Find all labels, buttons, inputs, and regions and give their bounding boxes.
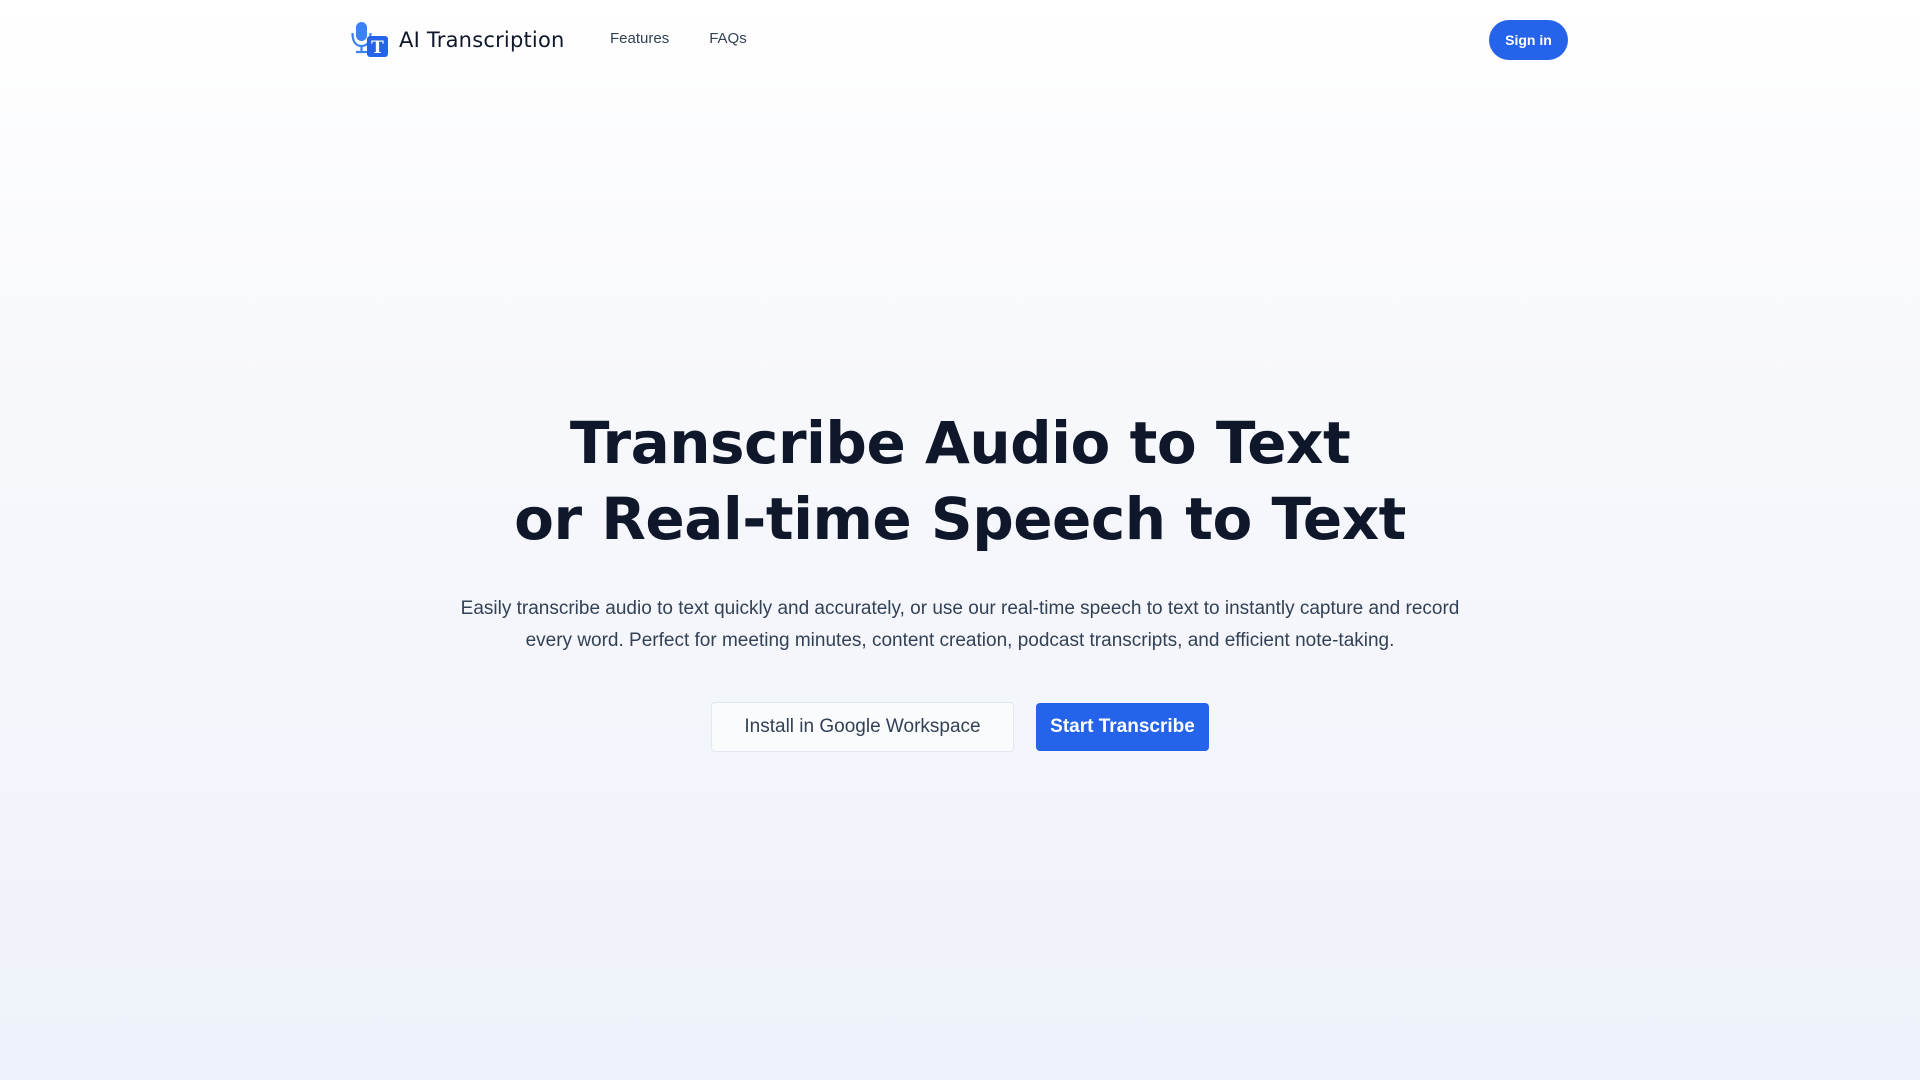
hero-title-line-1: Transcribe Audio to Text — [569, 409, 1351, 477]
sign-in-button[interactable]: Sign in — [1489, 20, 1568, 60]
hero-description: Easily transcribe audio to text quickly … — [460, 598, 1460, 651]
svg-text:T: T — [371, 38, 384, 58]
install-google-workspace-button[interactable]: Install in Google Workspace — [711, 702, 1014, 752]
cta-row: Install in Google Workspace Start Transc… — [0, 702, 1920, 752]
brand-name: AI Transcription — [399, 28, 565, 52]
nav-link-features[interactable]: Features — [610, 30, 669, 47]
hero-section: Transcribe Audio to Text or Real-time Sp… — [0, 405, 1920, 657]
start-transcribe-button[interactable]: Start Transcribe — [1036, 703, 1209, 751]
hero-title: Transcribe Audio to Text or Real-time Sp… — [0, 405, 1920, 557]
hero-title-line-2: or Real-time Speech to Text — [514, 485, 1406, 553]
top-navigation: T AI Transcription Features FAQs Sign in — [0, 0, 1920, 80]
main-nav: Features FAQs — [610, 30, 747, 47]
microphone-text-icon: T — [351, 22, 388, 58]
brand-logo[interactable]: T AI Transcription — [351, 20, 565, 60]
nav-link-faqs[interactable]: FAQs — [709, 30, 747, 47]
